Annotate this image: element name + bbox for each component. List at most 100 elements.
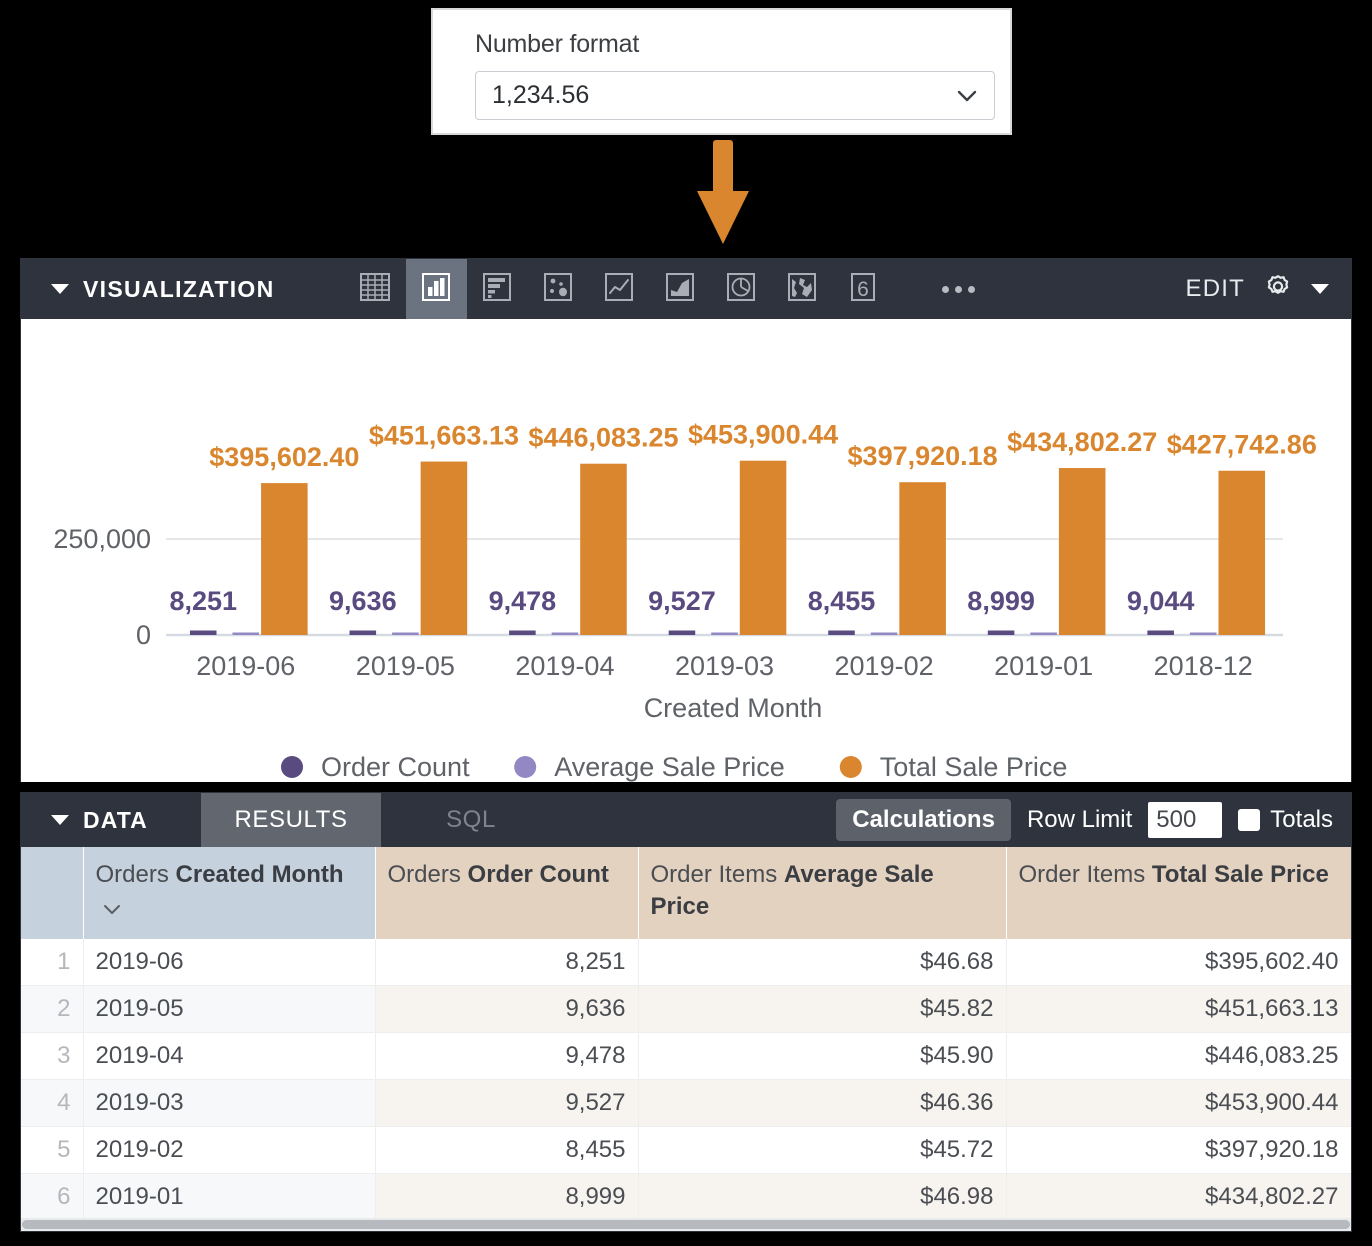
arrow-shaft bbox=[713, 140, 733, 198]
cell-average-sale-price[interactable]: $45.90 bbox=[638, 1032, 1006, 1079]
data-collapse-toggle[interactable]: DATA bbox=[21, 793, 201, 847]
bar-average-sale-price[interactable] bbox=[1190, 633, 1217, 636]
bar-order-count[interactable] bbox=[669, 631, 696, 636]
map-viz-icon bbox=[785, 270, 819, 309]
cell-created-month[interactable]: 2019-05 bbox=[83, 985, 375, 1032]
cell-created-month[interactable]: 2019-03 bbox=[83, 1079, 375, 1126]
x-axis-tick-label: 2019-02 bbox=[835, 651, 934, 681]
cell-order-count[interactable]: 8,455 bbox=[375, 1126, 638, 1173]
cell-total-sale-price[interactable]: $446,083.25 bbox=[1006, 1032, 1351, 1079]
cell-order-count[interactable]: 8,999 bbox=[375, 1173, 638, 1220]
bar-label-total-sale-price: $446,083.25 bbox=[528, 423, 678, 453]
bar-total-sale-price[interactable] bbox=[740, 461, 787, 635]
bar-total-sale-price[interactable] bbox=[580, 464, 627, 635]
bar-total-sale-price[interactable] bbox=[421, 462, 468, 635]
bar-total-sale-price[interactable] bbox=[899, 482, 946, 635]
number-format-select[interactable]: 1,234.56 bbox=[475, 71, 995, 120]
gear-icon[interactable] bbox=[1261, 270, 1295, 309]
cell-total-sale-price[interactable]: $395,602.40 bbox=[1006, 939, 1351, 986]
legend-label[interactable]: Average Sale Price bbox=[554, 752, 785, 782]
bar-total-sale-price[interactable] bbox=[261, 483, 308, 635]
totals-toggle[interactable]: Totals bbox=[1238, 806, 1333, 834]
cell-order-count[interactable]: 8,251 bbox=[375, 939, 638, 986]
viz-type-bar-chart-button[interactable] bbox=[467, 259, 528, 319]
table-row[interactable]: 22019-059,636$45.82$451,663.13 bbox=[21, 985, 1351, 1032]
cell-order-count[interactable]: 9,527 bbox=[375, 1079, 638, 1126]
bar-label-order-count: 9,527 bbox=[648, 586, 716, 616]
caret-down-icon[interactable] bbox=[1311, 284, 1329, 294]
column-header-total-sale-price[interactable]: Order Items Total Sale Price bbox=[1006, 847, 1351, 939]
visualization-collapse-toggle[interactable]: VISUALIZATION bbox=[21, 276, 275, 303]
column-header-order-count[interactable]: Orders Order Count bbox=[375, 847, 638, 939]
legend-label[interactable]: Order Count bbox=[321, 752, 470, 782]
legend-label[interactable]: Total Sale Price bbox=[880, 752, 1068, 782]
viz-type-map-button[interactable] bbox=[772, 259, 833, 319]
bar-label-order-count: 8,999 bbox=[967, 586, 1035, 616]
viz-overflow-button[interactable] bbox=[924, 259, 994, 319]
viz-type-area-chart-button[interactable] bbox=[650, 259, 711, 319]
bar-total-sale-price[interactable] bbox=[1059, 468, 1106, 635]
legend-swatch[interactable] bbox=[514, 756, 536, 778]
bar-average-sale-price[interactable] bbox=[552, 633, 579, 636]
table-row[interactable]: 12019-068,251$46.68$395,602.40 bbox=[21, 939, 1351, 986]
column-prefix: Order Items bbox=[651, 861, 778, 888]
bar-order-count[interactable] bbox=[190, 631, 217, 636]
results-table: Orders Created Month Orders Order Count bbox=[21, 847, 1352, 1232]
viz-type-single-value-button[interactable]: 6 bbox=[833, 259, 894, 319]
orange-down-arrow-annotation bbox=[697, 140, 749, 244]
bar-order-count[interactable] bbox=[1147, 631, 1174, 636]
visualization-title: VISUALIZATION bbox=[83, 276, 275, 303]
bar-average-sale-price[interactable] bbox=[711, 633, 738, 636]
arrow-head bbox=[697, 191, 749, 244]
cell-created-month[interactable]: 2019-06 bbox=[83, 939, 375, 986]
x-axis-tick-label: 2019-01 bbox=[994, 651, 1093, 681]
cell-average-sale-price[interactable]: $46.98 bbox=[638, 1173, 1006, 1220]
edit-button[interactable]: EDIT bbox=[1186, 275, 1245, 303]
bar-average-sale-price[interactable] bbox=[392, 633, 419, 636]
cell-created-month[interactable]: 2019-01 bbox=[83, 1173, 375, 1220]
cell-average-sale-price[interactable]: $46.68 bbox=[638, 939, 1006, 986]
bar-average-sale-price[interactable] bbox=[1030, 633, 1057, 636]
cell-created-month[interactable]: 2019-04 bbox=[83, 1032, 375, 1079]
scrollbar-thumb[interactable] bbox=[22, 1220, 1350, 1229]
cell-total-sale-price[interactable]: $397,920.18 bbox=[1006, 1126, 1351, 1173]
table-row[interactable]: 32019-049,478$45.90$446,083.25 bbox=[21, 1032, 1351, 1079]
table-row[interactable]: 42019-039,527$46.36$453,900.44 bbox=[21, 1079, 1351, 1126]
bar-order-count[interactable] bbox=[350, 631, 377, 636]
legend-swatch[interactable] bbox=[281, 756, 303, 778]
cell-order-count[interactable]: 9,636 bbox=[375, 985, 638, 1032]
viz-type-table-button[interactable] bbox=[345, 259, 406, 319]
bar-order-count[interactable] bbox=[509, 631, 536, 636]
column-header-created-month[interactable]: Orders Created Month bbox=[83, 847, 375, 939]
bar-average-sale-price[interactable] bbox=[233, 633, 260, 636]
cell-average-sale-price[interactable]: $45.82 bbox=[638, 985, 1006, 1032]
calculations-button[interactable]: Calculations bbox=[836, 799, 1011, 841]
row-limit-input[interactable] bbox=[1148, 802, 1222, 838]
bar-order-count[interactable] bbox=[828, 631, 855, 636]
bar-total-sale-price[interactable] bbox=[1218, 471, 1265, 635]
table-row[interactable]: 52019-028,455$45.72$397,920.18 bbox=[21, 1126, 1351, 1173]
tab-results[interactable]: RESULTS bbox=[201, 793, 381, 847]
visualization-toolbar-right: EDIT bbox=[1186, 259, 1329, 319]
cell-total-sale-price[interactable]: $451,663.13 bbox=[1006, 985, 1351, 1032]
cell-average-sale-price[interactable]: $46.36 bbox=[638, 1079, 1006, 1126]
viz-type-pie-chart-button[interactable] bbox=[711, 259, 772, 319]
column-name: Created Month bbox=[176, 861, 344, 888]
viz-type-scatter-plot-button[interactable] bbox=[528, 259, 589, 319]
bar-average-sale-price[interactable] bbox=[871, 633, 898, 636]
legend-swatch[interactable] bbox=[840, 756, 862, 778]
cell-total-sale-price[interactable]: $434,802.27 bbox=[1006, 1173, 1351, 1220]
column-name: Total Sale Price bbox=[1152, 861, 1329, 888]
cell-total-sale-price[interactable]: $453,900.44 bbox=[1006, 1079, 1351, 1126]
horizontal-scrollbar[interactable] bbox=[21, 1218, 1351, 1231]
viz-type-column-chart-button[interactable] bbox=[406, 259, 467, 319]
cell-average-sale-price[interactable]: $45.72 bbox=[638, 1126, 1006, 1173]
sort-caret-down-icon[interactable] bbox=[102, 893, 122, 925]
table-row[interactable]: 62019-018,999$46.98$434,802.27 bbox=[21, 1173, 1351, 1220]
bar-order-count[interactable] bbox=[988, 631, 1015, 636]
column-header-average-sale-price[interactable]: Order Items Average Sale Price bbox=[638, 847, 1006, 939]
tab-sql[interactable]: SQL bbox=[381, 793, 561, 847]
cell-order-count[interactable]: 9,478 bbox=[375, 1032, 638, 1079]
cell-created-month[interactable]: 2019-02 bbox=[83, 1126, 375, 1173]
viz-type-line-chart-button[interactable] bbox=[589, 259, 650, 319]
